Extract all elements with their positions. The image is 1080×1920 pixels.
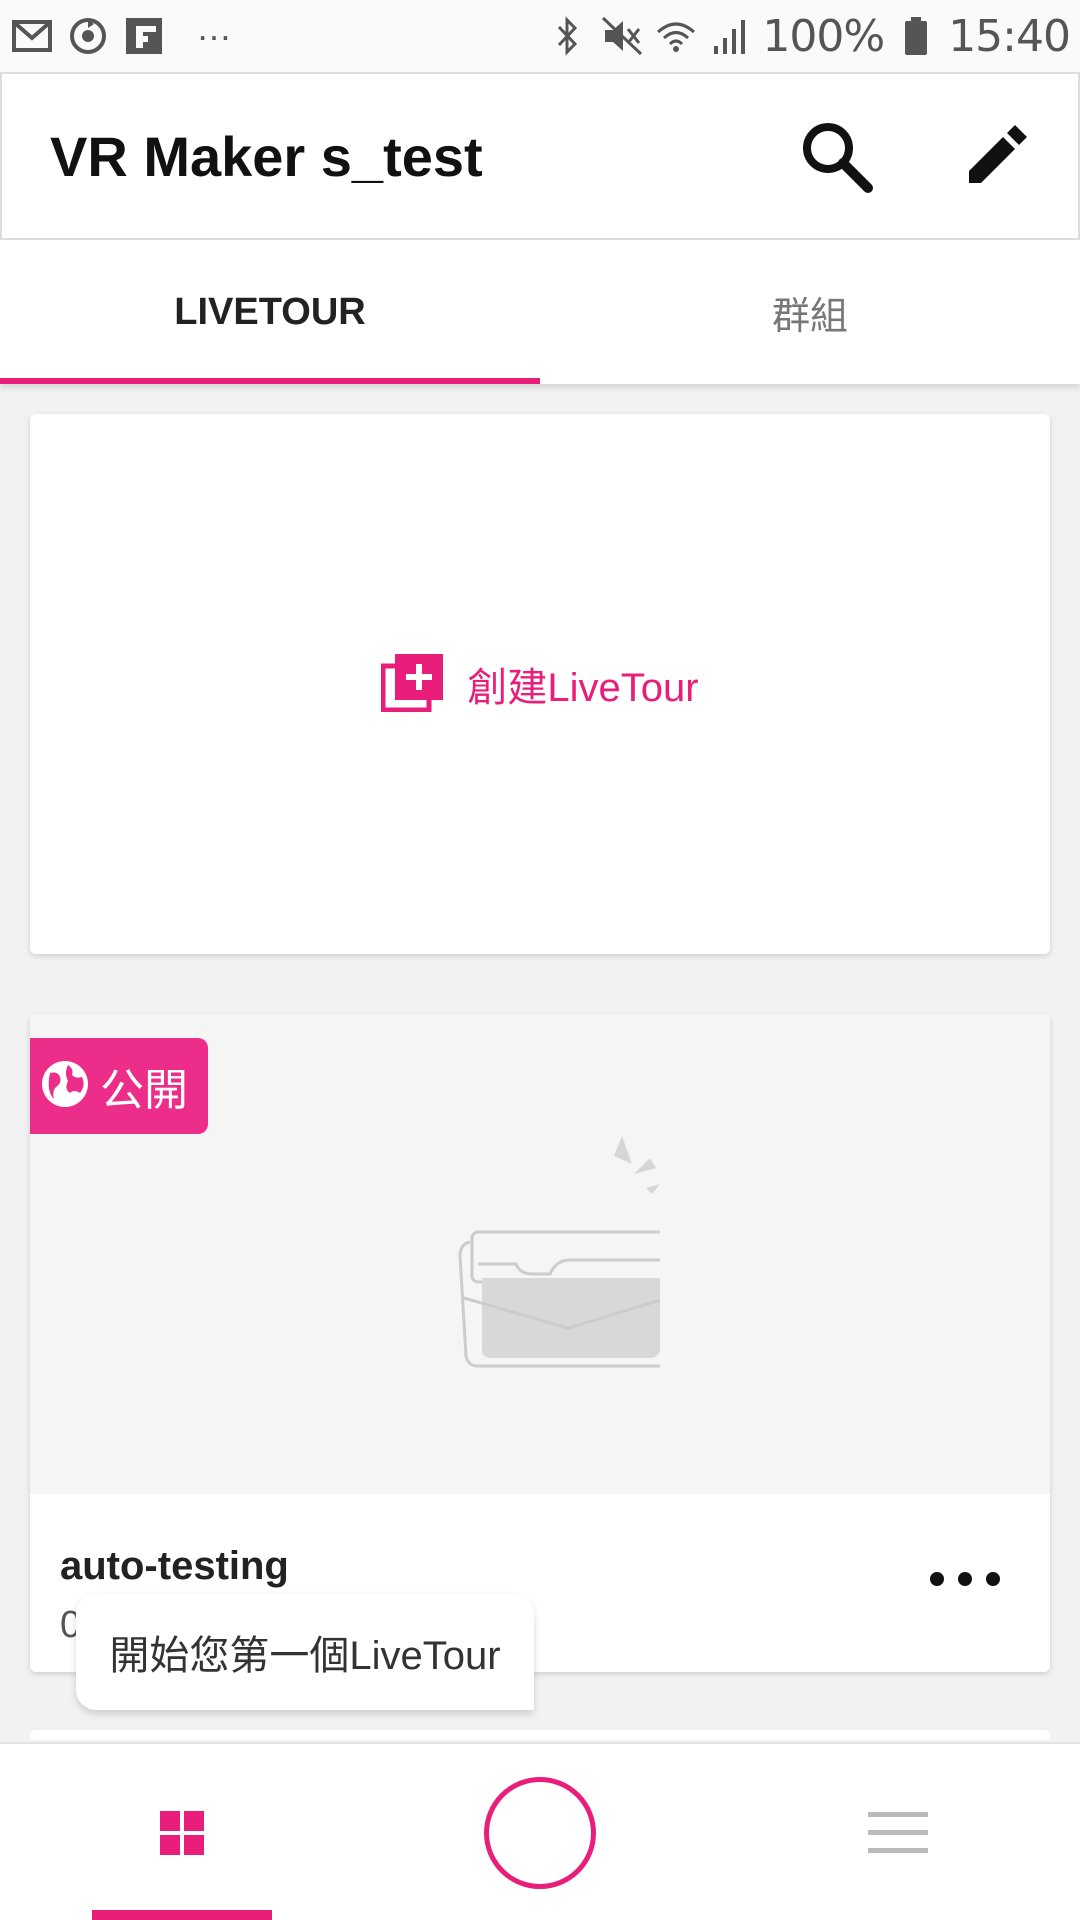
more-options-button[interactable] bbox=[930, 1554, 1000, 1604]
livetour-thumbnail[interactable]: 公開 bbox=[30, 1014, 1050, 1494]
livetour-card[interactable]: 公開 auto-testing 0 bbox=[30, 1014, 1050, 1672]
mute-icon bbox=[600, 14, 644, 58]
nav-active-indicator bbox=[92, 1910, 272, 1920]
search-icon bbox=[803, 123, 873, 193]
tab-livetour[interactable]: LIVETOUR bbox=[0, 240, 540, 384]
nav-item-home[interactable] bbox=[92, 1744, 272, 1920]
onboarding-tooltip: 開始您第一個LiveTour bbox=[76, 1594, 534, 1710]
page-title: VR Maker s_test bbox=[50, 124, 483, 188]
status-badge: 公開 bbox=[30, 1038, 208, 1134]
gmail-icon bbox=[10, 14, 54, 58]
more-horizontal-icon bbox=[930, 1572, 944, 1586]
status-badge-label: 公開 bbox=[100, 1066, 188, 1115]
sync-icon bbox=[66, 14, 110, 58]
tab-groups[interactable]: 群組 bbox=[540, 240, 1080, 384]
livetour-name: auto-testing bbox=[60, 1544, 289, 1588]
edit-button[interactable] bbox=[956, 116, 1036, 196]
bluetooth-icon bbox=[546, 14, 590, 58]
record-circle-icon bbox=[484, 1777, 596, 1889]
globe-icon bbox=[40, 1059, 90, 1114]
next-card-edge bbox=[30, 1730, 1050, 1740]
more-horizontal-icon-dot bbox=[958, 1572, 972, 1586]
signal-icon bbox=[708, 14, 752, 58]
battery-percent: 100% bbox=[762, 10, 885, 62]
tab-bar: LIVETOUR 群組 bbox=[0, 240, 1080, 384]
clock: 15:40 bbox=[948, 10, 1071, 62]
grid-icon bbox=[160, 1811, 204, 1855]
edit-icon bbox=[969, 125, 1027, 183]
tooltip-text: 開始您第一個LiveTour bbox=[109, 1634, 501, 1678]
nav-item-menu[interactable] bbox=[848, 1744, 948, 1920]
tab-livetour-label: LIVETOUR bbox=[174, 290, 366, 333]
status-bar: … 100% 15:40 bbox=[0, 0, 1080, 72]
battery-icon bbox=[894, 14, 938, 58]
bottom-navigation bbox=[0, 1742, 1080, 1920]
wifi-icon bbox=[654, 14, 698, 58]
empty-folder-illustration bbox=[420, 1134, 676, 1389]
tab-active-indicator bbox=[0, 378, 540, 384]
nav-item-capture[interactable] bbox=[480, 1744, 600, 1920]
add-to-library-icon bbox=[380, 652, 445, 717]
app-bar: VR Maker s_test bbox=[0, 72, 1080, 240]
flipboard-icon bbox=[122, 14, 166, 58]
more-horizontal-icon-dot bbox=[986, 1572, 1000, 1586]
create-livetour-card[interactable]: 創建LiveTour bbox=[30, 414, 1050, 954]
tab-groups-label: 群組 bbox=[771, 295, 848, 338]
search-button[interactable] bbox=[796, 116, 876, 196]
menu-icon bbox=[868, 1812, 928, 1853]
create-livetour-label: 創建LiveTour bbox=[467, 666, 699, 710]
status-overflow: … bbox=[196, 7, 235, 48]
